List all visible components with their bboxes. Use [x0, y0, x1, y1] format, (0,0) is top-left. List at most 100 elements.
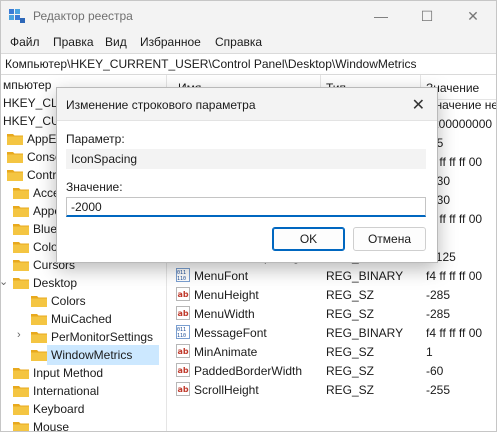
value-type: REG_SZ [326, 383, 375, 397]
svg-text:110: 110 [177, 276, 186, 282]
tree-item[interactable]: Mouse [1, 417, 166, 431]
folder-icon [13, 206, 29, 217]
folder-icon [31, 332, 47, 343]
svg-text:ab: ab [178, 309, 189, 318]
dialog-title-bar: Изменение строкового параметра ✕ [57, 88, 437, 121]
value-row[interactable]: 011 110 MessageFont REG_BINARY f4 ff ff ff 0… [172, 323, 496, 342]
svg-text:ab: ab [178, 366, 189, 375]
value-row[interactable]: ab PaddedBorderWidth REG_SZ -60 [172, 361, 496, 380]
folder-icon [31, 350, 47, 361]
value-value: -285 [426, 288, 451, 302]
registry-editor-icon [9, 9, 25, 23]
value-value: -285 [426, 307, 451, 321]
value-name: MinAnimate [194, 345, 258, 359]
dialog-title: Изменение строкового параметра [66, 98, 256, 112]
string-value-icon: ab [176, 306, 190, 320]
tree-item-label: Keyboard [33, 402, 85, 416]
ok-button[interactable]: OK [272, 227, 345, 251]
value-value: -255 [426, 383, 451, 397]
value-name: MenuFont [194, 269, 249, 283]
folder-icon [13, 386, 29, 397]
svg-text:ab: ab [178, 347, 189, 356]
address-bar[interactable]: Компьютер\HKEY_CURRENT_USER\Control Pane… [1, 53, 496, 75]
value-value: -60 [426, 364, 444, 378]
tree-item[interactable]: Input Method [1, 363, 166, 383]
value-type: REG_SZ [326, 364, 375, 378]
tree-item[interactable]: MuiCached [1, 309, 166, 329]
folder-icon [7, 170, 23, 181]
param-label: Параметр: [66, 132, 125, 146]
tree-item-label: Mouse [33, 420, 70, 431]
value-label: Значение: [66, 180, 123, 194]
menu-help[interactable]: Справка [215, 35, 262, 49]
svg-text:ab: ab [178, 290, 189, 299]
value-name: ScrollHeight [194, 383, 259, 397]
string-value-icon: ab [176, 344, 190, 358]
tree-item-label: WindowMetrics [51, 348, 133, 362]
tree-item[interactable]: WindowMetrics [1, 345, 166, 365]
value-row[interactable]: ab MenuWidth REG_SZ -285 [172, 304, 496, 323]
tree-item-label: Colors [51, 294, 86, 308]
param-name-field [66, 149, 426, 169]
folder-icon [31, 314, 47, 325]
tree-item[interactable]: Colors [1, 291, 166, 311]
tree-item[interactable]: › PerMonitorSettings [1, 327, 166, 347]
dialog-close-icon[interactable]: ✕ [412, 95, 425, 115]
value-row[interactable]: 011 110 MenuFont REG_BINARY f4 ff ff ff 00 [172, 266, 496, 285]
chevron-right-icon[interactable]: › [17, 329, 21, 341]
tree-item-label: PerMonitorSettings [51, 330, 154, 344]
folder-icon [13, 224, 29, 235]
tree-item[interactable]: Keyboard [1, 399, 166, 419]
menu-bar: Файл Правка Вид Избранное Справка [1, 31, 496, 53]
tree-item-label: Input Method [33, 366, 104, 380]
value-type: REG_SZ [326, 288, 375, 302]
value-row[interactable]: ab ScrollHeight REG_SZ -255 [172, 380, 496, 399]
folder-icon [13, 260, 29, 271]
chevron-down-icon[interactable]: ⌄ [1, 275, 8, 288]
folder-icon [13, 188, 29, 199]
menu-view[interactable]: Вид [105, 35, 127, 49]
value-value: f4 ff ff ff 00 [426, 326, 483, 340]
folder-icon [13, 422, 29, 431]
string-value-icon: ab [176, 363, 190, 377]
tree-item[interactable]: International [1, 381, 166, 401]
folder-icon [31, 296, 47, 307]
maximize-icon: ☐ [420, 7, 434, 24]
binary-value-icon: 011110 [176, 268, 190, 282]
value-data-field[interactable] [66, 197, 426, 217]
binary-value-icon: 011110 [176, 325, 190, 339]
address-path: Компьютер\HKEY_CURRENT_USER\Control Pane… [5, 57, 417, 71]
tree-item-label: MuiCached [51, 312, 112, 326]
folder-icon [13, 404, 29, 415]
value-value: f4 ff ff ff 00 [426, 269, 483, 283]
folder-icon [7, 152, 23, 163]
value-type: REG_BINARY [326, 269, 404, 283]
value-row[interactable]: ab MinAnimate REG_SZ 1 [172, 342, 496, 361]
value-type: REG_BINARY [326, 326, 404, 340]
string-value-icon: ab [176, 287, 190, 301]
tree-item[interactable]: ⌄ Desktop [1, 273, 166, 293]
svg-text:ab: ab [178, 385, 189, 394]
menu-favorites[interactable]: Избранное [140, 35, 201, 49]
cancel-button[interactable]: Отмена [353, 227, 426, 251]
folder-icon [13, 368, 29, 379]
menu-file[interactable]: Файл [10, 35, 40, 49]
value-name: PaddedBorderWidth [194, 364, 303, 378]
tree-item-label: International [33, 384, 100, 398]
value-name: MenuHeight [194, 288, 259, 302]
minimize-button[interactable]: — [358, 1, 404, 31]
svg-text:110: 110 [177, 333, 186, 339]
title-bar: Редактор реестра — ☐ ✕ [1, 1, 496, 31]
folder-icon [13, 242, 29, 253]
value-type: REG_SZ [326, 307, 375, 321]
value-type: REG_SZ [326, 345, 375, 359]
folder-icon [7, 134, 23, 145]
folder-icon [13, 278, 29, 289]
value-row[interactable]: ab MenuHeight REG_SZ -285 [172, 285, 496, 304]
string-value-icon: ab [176, 382, 190, 396]
maximize-button[interactable]: ☐ [404, 1, 450, 31]
minimize-icon: — [374, 8, 388, 24]
tree-item-label: мпьютер [3, 78, 52, 92]
close-button[interactable]: ✕ [450, 1, 496, 31]
menu-edit[interactable]: Правка [53, 35, 94, 49]
